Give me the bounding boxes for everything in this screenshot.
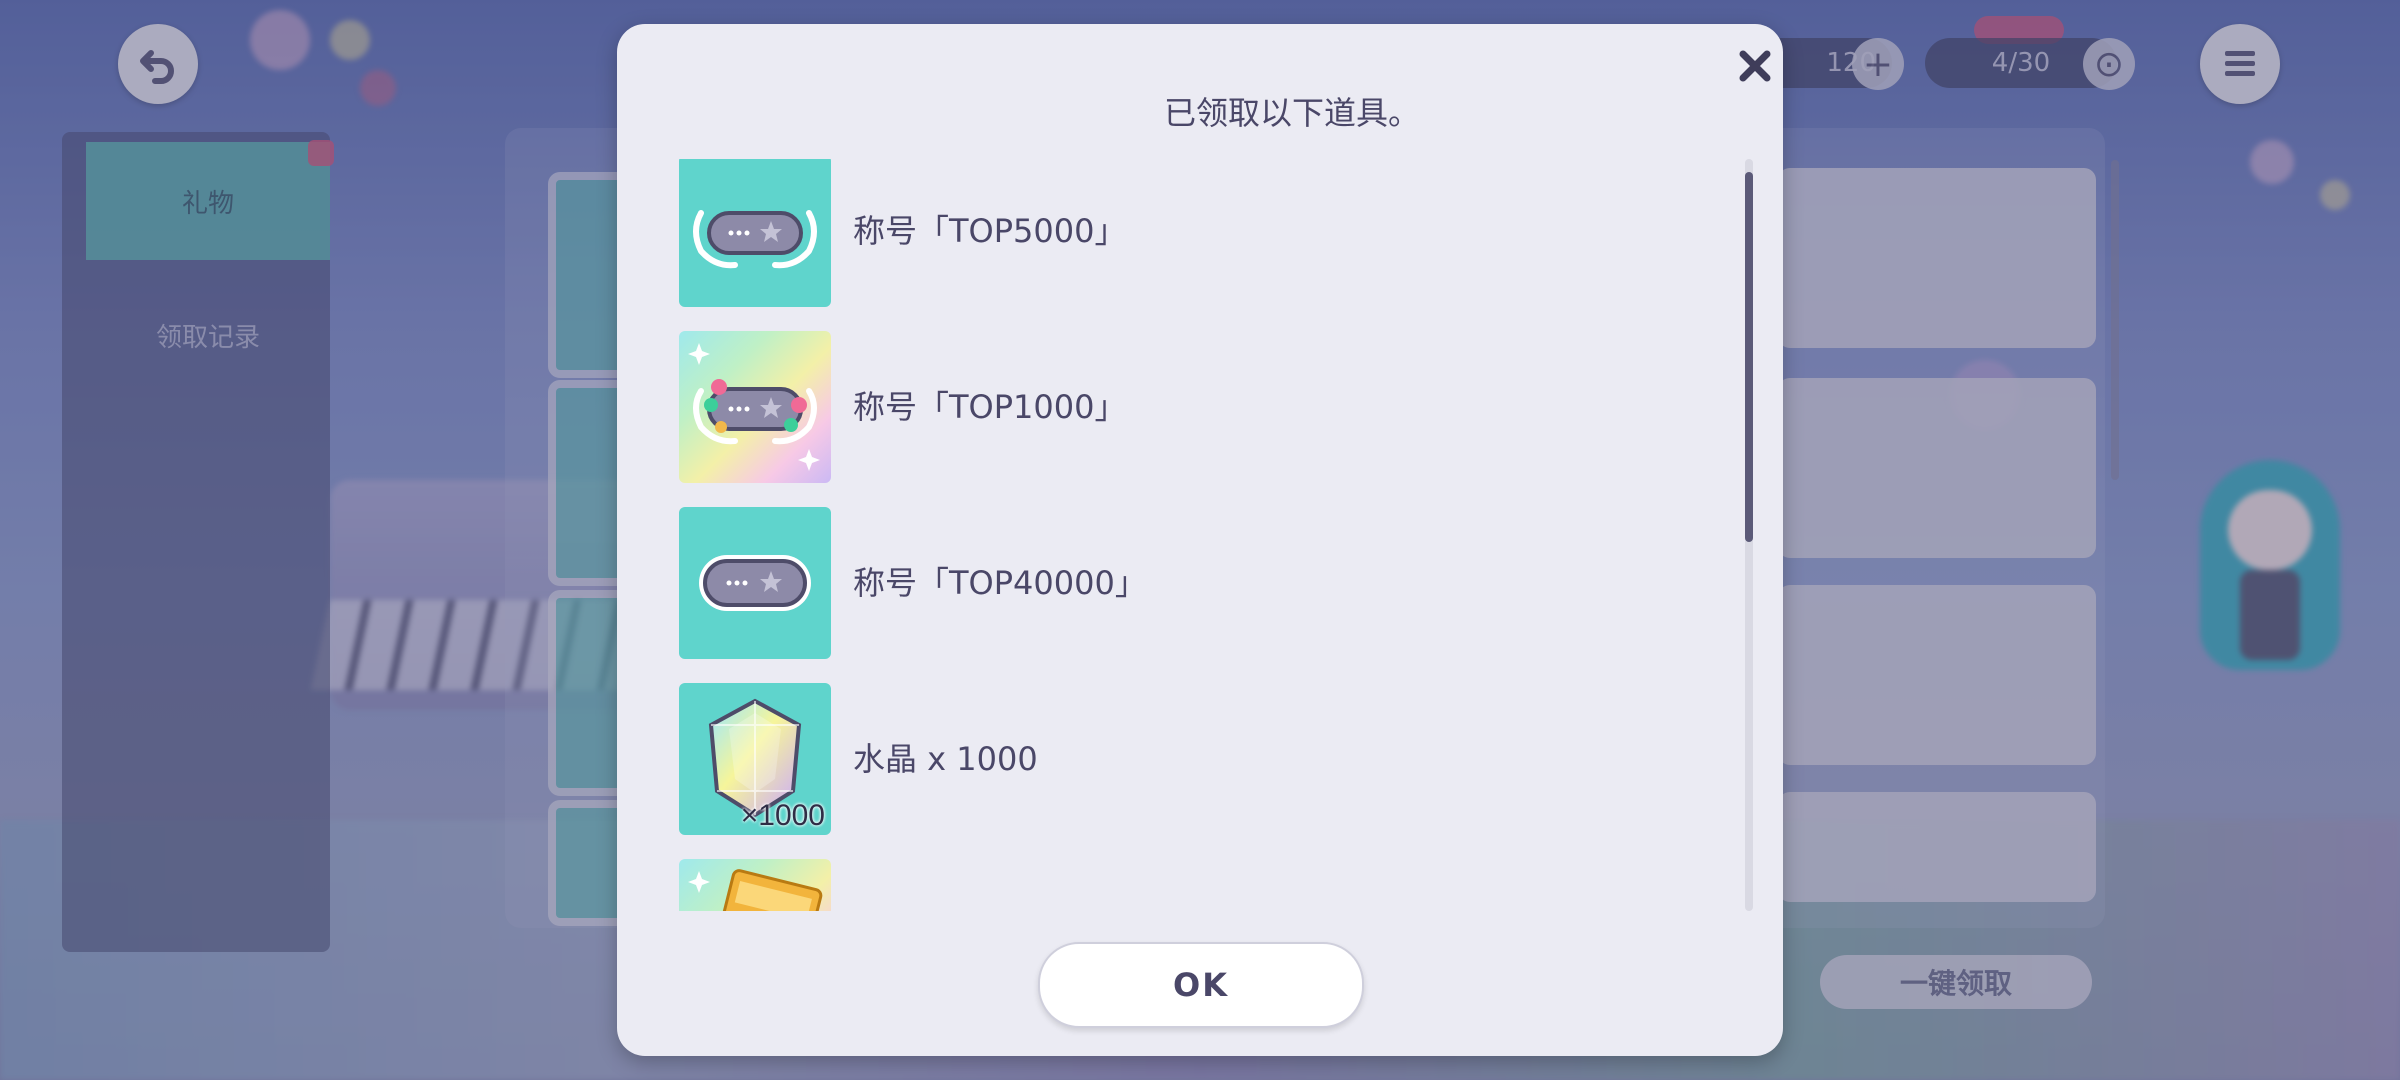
dialog-title: 已领取以下道具。 xyxy=(1163,94,1420,132)
item-name: 称号「TOP40000」 xyxy=(853,564,1147,602)
item-name: 水晶 x 1000 xyxy=(853,740,1038,778)
list-item: 称号「TOP40000」 xyxy=(679,507,1699,659)
list-item: ×1000 水晶 x 1000 xyxy=(679,683,1699,835)
title-plate-laurel-icon xyxy=(679,159,831,307)
dialog-scrollbar-thumb[interactable] xyxy=(1745,172,1753,542)
title-plate-plain-icon xyxy=(679,507,831,659)
list-item: 称号「TOP5000」 xyxy=(679,159,1699,307)
list-item: 称号「TOP1000」 xyxy=(679,331,1699,483)
title-plate-flower-icon xyxy=(679,331,831,483)
reward-dialog: 已领取以下道具。 称号「TOP5000」 称号「TOP1000」 称号「TOP4… xyxy=(617,24,1783,1056)
skill-ticket-icon xyxy=(679,859,831,911)
crystal-icon: ×1000 xyxy=(679,683,831,835)
item-name: 称号「TOP5000」 xyxy=(853,212,1127,250)
item-quantity: ×1000 xyxy=(740,799,825,832)
ok-button[interactable]: OK xyxy=(1038,942,1364,1028)
reward-item-list[interactable]: 称号「TOP5000」 称号「TOP1000」 称号「TOP40000」 ×10… xyxy=(679,159,1699,911)
item-name: 称号「TOP1000」 xyxy=(853,388,1127,426)
list-item xyxy=(679,859,1699,911)
close-icon[interactable] xyxy=(1727,38,1783,94)
